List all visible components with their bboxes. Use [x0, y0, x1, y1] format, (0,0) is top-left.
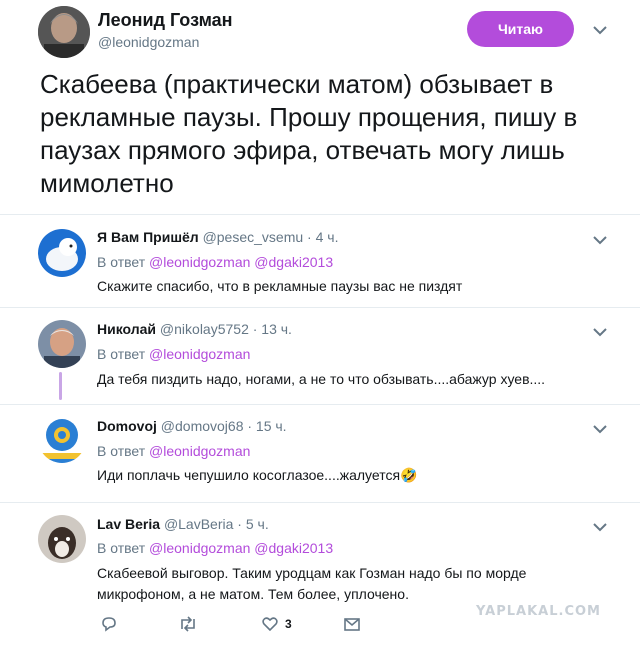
in-reply-to: В ответ @leonidgozman @dgaki2013 [97, 540, 333, 556]
reply-author-handle[interactable]: @domovoj68 [161, 418, 244, 434]
reply-header: Николай @nikolay5752 · 13 ч. [97, 321, 292, 337]
message-icon [344, 618, 360, 631]
reply-item[interactable]: Я Вам Пришёл @pesec_vsemu · 4 ч. В ответ… [0, 215, 640, 308]
watermark: YAPLAKAL.COM [476, 604, 601, 619]
reply-author-handle[interactable]: @pesec_vsemu [203, 229, 304, 245]
reply-author-handle[interactable]: @nikolay5752 [160, 321, 249, 337]
mention-link[interactable]: @leonidgozman [149, 346, 250, 362]
chevron-down-icon[interactable] [593, 522, 607, 532]
chevron-down-icon[interactable] [593, 327, 607, 337]
reply-icon [102, 617, 116, 632]
reply-text: Скабеевой выговор. Таким уродцам как Гоз… [97, 565, 527, 602]
reply-text: Скажите спасибо, что в рекламные паузы в… [97, 278, 463, 294]
chevron-down-icon[interactable] [593, 25, 607, 35]
in-reply-to: В ответ @leonidgozman [97, 346, 250, 362]
mention-link[interactable]: @leonidgozman @dgaki2013 [149, 540, 333, 556]
author-handle[interactable]: @leonidgozman [98, 34, 199, 50]
reply-author-name[interactable]: Lav Beria [97, 516, 160, 532]
reply-author-name[interactable]: Я Вам Пришёл [97, 229, 199, 245]
reply-text: Да тебя пиздить надо, ногами, а не то чт… [97, 371, 546, 387]
reply-time[interactable]: · 15 ч. [247, 418, 286, 434]
reply-header: Domovoj @domovoj68 · 15 ч. [97, 418, 287, 434]
reply-header: Lav Beria @LavBeria · 5 ч. [97, 516, 269, 532]
reply-item[interactable]: Николай @nikolay5752 · 13 ч. В ответ @le… [0, 308, 640, 404]
reply-time[interactable]: · 4 ч. [307, 229, 338, 245]
message-button[interactable] [343, 615, 361, 633]
like-button[interactable]: 3 [261, 615, 292, 633]
avatar[interactable] [38, 415, 86, 463]
mention-link[interactable]: @leonidgozman @dgaki2013 [149, 254, 333, 270]
chevron-down-icon[interactable] [593, 424, 607, 434]
reply-header: Я Вам Пришёл @pesec_vsemu · 4 ч. [97, 229, 338, 245]
author-name[interactable]: Леонид Гозман [98, 10, 233, 31]
reply-author-handle[interactable]: @LavBeria [164, 516, 233, 532]
mention-link[interactable]: @leonidgozman [149, 443, 250, 459]
follow-button[interactable]: Читаю [467, 11, 574, 47]
avatar[interactable] [38, 6, 90, 58]
retweet-button[interactable] [178, 615, 198, 633]
reply-author-name[interactable]: Николай [97, 321, 156, 337]
like-count: 3 [285, 617, 292, 631]
reply-item[interactable]: Domovoj @domovoj68 · 15 ч. В ответ @leon… [0, 405, 640, 503]
reply-time[interactable]: · 5 ч. [237, 516, 268, 532]
avatar[interactable] [38, 515, 86, 563]
like-icon [262, 617, 278, 632]
in-reply-prefix: В ответ [97, 346, 146, 362]
in-reply-prefix: В ответ [97, 443, 146, 459]
chevron-down-icon[interactable] [593, 235, 607, 245]
reply-time[interactable]: · 13 ч. [253, 321, 292, 337]
thread-line [59, 372, 62, 400]
in-reply-prefix: В ответ [97, 540, 146, 556]
reply-text: Иди поплачь чепушило косоглазое....жалуе… [97, 467, 418, 483]
reply-author-name[interactable]: Domovoj [97, 418, 157, 434]
in-reply-prefix: В ответ [97, 254, 146, 270]
reply-button[interactable] [100, 615, 118, 633]
main-tweet: Леонид Гозман @leonidgozman Читаю Скабее… [0, 0, 640, 215]
tweet-text: Скабеева (практически матом) обзывает в … [40, 69, 578, 198]
in-reply-to: В ответ @leonidgozman [97, 443, 250, 459]
avatar[interactable] [38, 320, 86, 368]
reply-item[interactable]: Lav Beria @LavBeria · 5 ч. В ответ @leon… [0, 503, 640, 645]
in-reply-to: В ответ @leonidgozman @dgaki2013 [97, 254, 333, 270]
avatar[interactable] [38, 229, 86, 277]
retweet-icon [181, 616, 195, 632]
